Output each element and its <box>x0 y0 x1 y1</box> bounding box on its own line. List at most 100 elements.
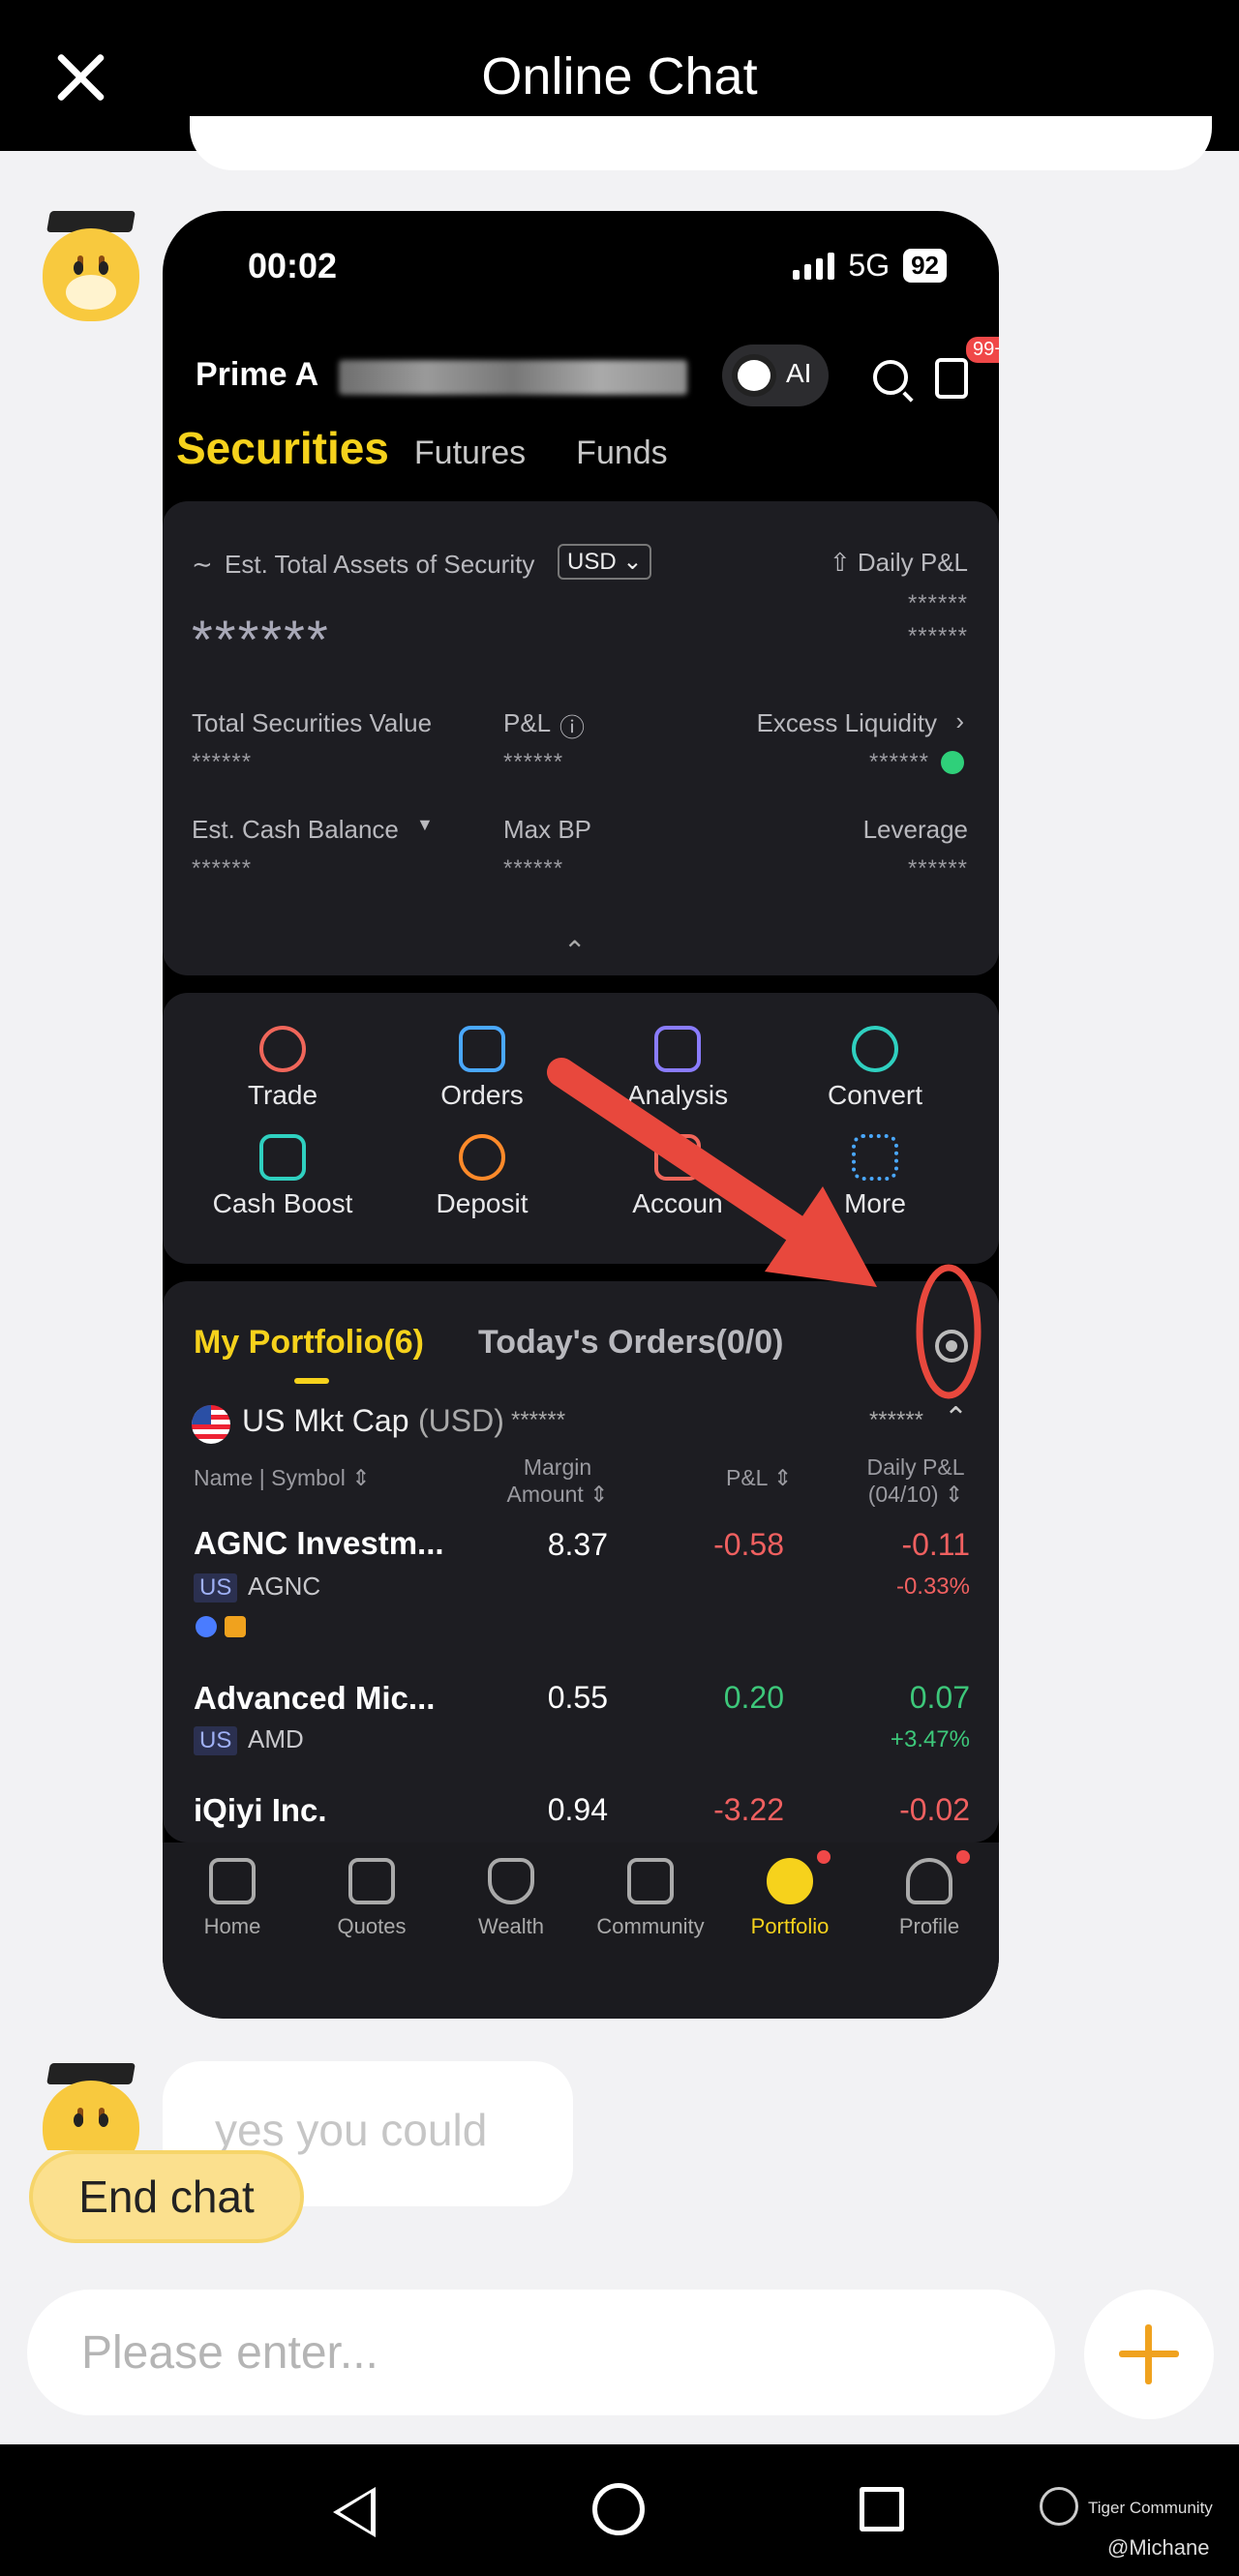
total-assets-label: Est. Total Assets of Security <box>225 550 535 579</box>
row-pl: -3.22 <box>713 1792 784 1827</box>
ai-label: AI <box>786 358 812 388</box>
end-chat-button[interactable]: End chat <box>29 2150 304 2243</box>
watermark-brand: Tiger Community <box>1088 2499 1213 2517</box>
nav-portfolio[interactable]: Portfolio <box>720 1858 860 1939</box>
convert-icon <box>852 1026 898 1072</box>
leverage-label: Leverage <box>862 815 968 844</box>
excess-liquidity-label[interactable]: Excess Liquidity <box>757 708 937 738</box>
total-securities-value: ****** <box>192 749 253 775</box>
row-daily-pct: -0.33% <box>895 1573 970 1600</box>
row-symbol: AGNC <box>248 1572 321 1601</box>
nav-quotes[interactable]: Quotes <box>302 1858 441 1939</box>
market-label: US Mkt Cap <box>242 1403 409 1438</box>
bottom-nav: Home Quotes Wealth Community Portfolio P… <box>163 1842 999 2019</box>
row-name: Advanced Mic... <box>194 1680 436 1716</box>
search-icon[interactable] <box>873 360 908 395</box>
nav-label: Profile <box>898 1914 960 1938</box>
status-time: 00:02 <box>248 246 338 285</box>
nav-label: Quotes <box>337 1914 407 1938</box>
recent-apps-icon[interactable] <box>860 2487 904 2531</box>
info-icon[interactable]: ⓘ <box>559 708 585 744</box>
trade-icon <box>259 1026 306 1072</box>
account-name[interactable]: Prime A <box>196 356 318 394</box>
portfolio-card: My Portfolio(6) Today's Orders(0/0) US M… <box>163 1281 999 1842</box>
pl-value: ****** <box>503 749 564 775</box>
add-attachment-button[interactable] <box>1084 2290 1214 2419</box>
tab-futures[interactable]: Futures <box>414 434 526 472</box>
action-label: Analysis <box>626 1080 729 1110</box>
action-trade[interactable]: Trade <box>186 1026 379 1111</box>
action-account[interactable]: Accoun <box>581 1134 774 1219</box>
account-row: Prime A AI 99+ <box>196 337 999 414</box>
shared-screenshot[interactable]: 00:02 5G 92 Prime A AI 99+ Securities Fu… <box>163 211 999 2019</box>
currency-value: USD <box>567 549 617 575</box>
col-daily-pl[interactable]: Daily P&L (04/10) ⇕ <box>852 1453 980 1508</box>
chart-icon <box>348 1858 395 1904</box>
daily-pl-label[interactable]: ⇧ Daily P&L <box>830 548 968 578</box>
col-pl[interactable]: P&L ⇕ <box>726 1465 792 1491</box>
tab-todays-orders[interactable]: Today's Orders(0/0) <box>478 1324 783 1362</box>
column-label: Name | Symbol <box>194 1465 346 1490</box>
excess-liquidity-value: ****** <box>868 749 929 775</box>
notification-icon[interactable] <box>935 358 968 399</box>
notification-badge: 99+ <box>966 337 999 363</box>
nav-community[interactable]: Community <box>581 1858 720 1939</box>
assets-card: ∼ Est. Total Assets of Security USD ⌄ ⇧ … <box>163 501 999 975</box>
action-cash-boost[interactable]: Cash Boost <box>186 1134 379 1219</box>
row-name: iQiyi Inc. <box>194 1792 327 1828</box>
chevron-right-icon[interactable]: › <box>955 706 964 736</box>
col-name-symbol[interactable]: Name | Symbol ⇕ <box>194 1465 370 1491</box>
action-label: Convert <box>827 1080 923 1110</box>
action-orders[interactable]: Orders <box>385 1026 579 1111</box>
tiger-logo-icon <box>1040 2487 1078 2526</box>
action-convert[interactable]: Convert <box>778 1026 972 1111</box>
grid-icon <box>852 1134 898 1181</box>
action-analysis[interactable]: Analysis <box>581 1026 774 1111</box>
pie-badge-icon <box>196 1616 217 1637</box>
deposit-icon <box>459 1134 505 1181</box>
agent-avatar <box>39 2063 143 2150</box>
cash-balance-value: ****** <box>192 855 253 882</box>
column-label: Daily P&L (04/10) <box>866 1454 965 1507</box>
quick-actions-card: Trade Orders Analysis Convert Cash Boost… <box>163 993 999 1264</box>
ai-assistant-button[interactable]: AI <box>722 344 829 406</box>
status-icons: 5G 92 <box>793 248 947 284</box>
tab-funds[interactable]: Funds <box>576 434 668 472</box>
orders-icon <box>459 1026 505 1072</box>
col-margin-amount[interactable]: Margin Amount ⇕ <box>499 1453 616 1508</box>
eye-hidden-icon[interactable]: ∼ <box>192 550 213 580</box>
nav-profile[interactable]: Profile <box>860 1858 999 1939</box>
tab-my-portfolio[interactable]: My Portfolio(6) <box>194 1324 424 1362</box>
column-label: P&L <box>726 1465 768 1490</box>
currency-select[interactable]: USD ⌄ <box>558 544 652 580</box>
home-circle-icon[interactable] <box>592 2483 645 2535</box>
message-input-bar <box>27 2290 1055 2415</box>
row-daily-pct: +3.47% <box>890 1726 970 1752</box>
column-label: Margin Amount <box>506 1454 592 1507</box>
back-icon[interactable] <box>333 2487 376 2537</box>
profile-notification-dot <box>956 1850 970 1864</box>
settings-icon[interactable] <box>935 1330 968 1363</box>
market-group-row[interactable]: US Mkt Cap (USD) ****** ****** ⌃ <box>192 1390 972 1457</box>
asset-class-tabs: Securities Futures Funds <box>176 422 668 474</box>
agent-message-text: yes you could <box>215 2105 488 2155</box>
nav-wealth[interactable]: Wealth <box>441 1858 581 1939</box>
row-name: AGNC Investm... <box>194 1525 444 1561</box>
message-input[interactable] <box>81 2319 1011 2386</box>
nav-home[interactable]: Home <box>163 1858 302 1939</box>
page-title: Online Chat <box>481 47 758 105</box>
cash-boost-icon <box>259 1134 306 1181</box>
action-more[interactable]: More <box>778 1134 972 1219</box>
nav-label: Portfolio <box>750 1914 830 1938</box>
dropdown-triangle-icon[interactable]: ▼ <box>416 815 434 835</box>
action-label: More <box>844 1188 906 1218</box>
daily-pl-text: Daily P&L <box>857 548 968 577</box>
tab-securities[interactable]: Securities <box>176 422 389 474</box>
chevron-up-icon[interactable]: ⌃ <box>563 935 586 967</box>
nav-label: Wealth <box>477 1914 545 1938</box>
redacted-account-blur <box>339 360 687 395</box>
chevron-up-icon[interactable]: ⌃ <box>944 1401 968 1435</box>
action-deposit[interactable]: Deposit <box>385 1134 579 1219</box>
cash-balance-label[interactable]: Est. Cash Balance <box>192 815 399 845</box>
row-symbol: AMD <box>248 1724 304 1753</box>
